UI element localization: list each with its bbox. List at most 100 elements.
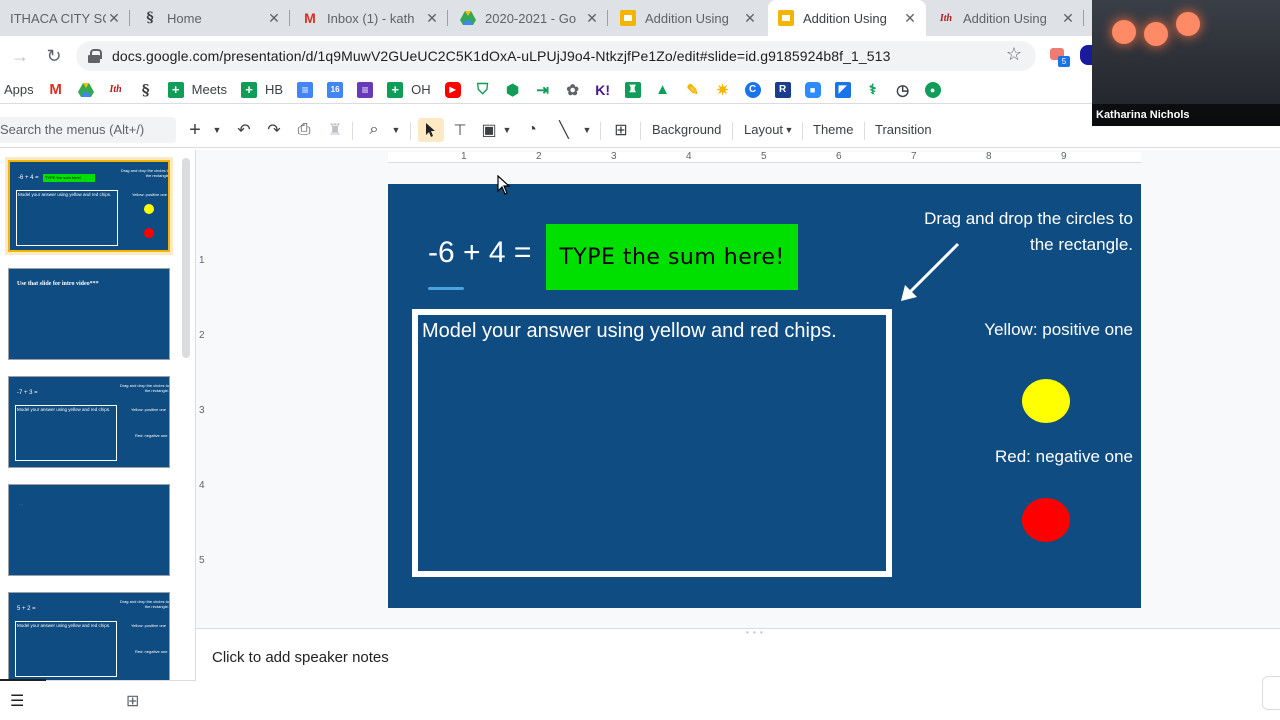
- bookmark-star-sketch[interactable]: ✷: [715, 82, 731, 99]
- layout-dropdown-icon[interactable]: ▼: [784, 118, 794, 142]
- line-dropdown-icon[interactable]: ▼: [582, 118, 592, 142]
- reload-icon[interactable]: ↻: [42, 44, 66, 68]
- zoom-icon[interactable]: ⌕: [364, 118, 384, 142]
- red-label[interactable]: Red: negative one: [995, 447, 1133, 467]
- bookmark-star-icon[interactable]: ☆: [1006, 44, 1022, 65]
- bookmark-s[interactable]: §: [138, 81, 154, 99]
- layout-button[interactable]: Layout: [744, 118, 783, 142]
- tab-close-icon[interactable]: ✕: [584, 10, 600, 27]
- bookmark-flag[interactable]: ◤: [834, 81, 851, 98]
- slide-canvas[interactable]: -6 + 4 = TYPE the sum here! Model your a…: [388, 184, 1141, 608]
- bookmark-triangle[interactable]: ▲: [655, 81, 671, 98]
- insert-comment-icon[interactable]: ⊞: [610, 118, 632, 142]
- bookmark-timer[interactable]: ◷: [895, 82, 911, 99]
- thumb-model-text: Model your answer using yellow and red c…: [17, 623, 111, 628]
- bookmark-kahoot[interactable]: K!: [595, 82, 611, 98]
- browser-tab-strip: ITHACA CITY SC ✕ § Home ✕ M Inbox (1) - …: [0, 0, 1092, 36]
- new-slide-plus-icon[interactable]: +: [186, 118, 204, 142]
- theme-button[interactable]: Theme: [813, 118, 853, 142]
- model-rectangle[interactable]: [412, 309, 892, 577]
- text-box-icon[interactable]: ⊤: [450, 118, 470, 142]
- browser-tab-ithaca-2[interactable]: Ith Addition Using ✕: [928, 0, 1084, 36]
- slides-toolbar: Search the menus (Alt+/) + ▼ ↶ ↷ ⎙ ♜ ⌕ ▼…: [0, 112, 1280, 148]
- bookmark-c[interactable]: C: [744, 81, 761, 98]
- browser-tab-ithaca[interactable]: ITHACA CITY SC ✕: [0, 0, 130, 36]
- undo-icon[interactable]: ↶: [234, 118, 254, 142]
- side-panel-toggle[interactable]: [1262, 676, 1280, 710]
- bookmark-apps[interactable]: Apps: [4, 82, 34, 97]
- bookmark-r[interactable]: R: [774, 81, 791, 98]
- list-view-icon[interactable]: ☰: [10, 691, 24, 711]
- shape-icon[interactable]: ◔: [522, 118, 542, 142]
- bookmark-pencil[interactable]: ✎: [685, 82, 701, 99]
- tab-close-icon[interactable]: ✕: [902, 10, 918, 27]
- transition-button[interactable]: Transition: [875, 118, 932, 142]
- tab-close-icon[interactable]: ✕: [742, 10, 758, 27]
- redo-icon[interactable]: ↷: [264, 118, 284, 142]
- slide-thumbnail-2[interactable]: Use that slide for intro video***: [8, 268, 170, 360]
- bookmark-zoom[interactable]: ■: [804, 81, 821, 98]
- bookmark-oh[interactable]: + OH: [387, 81, 431, 98]
- bookmark-shield[interactable]: ⛉: [475, 81, 491, 98]
- speaker-notes-placeholder[interactable]: Click to add speaker notes: [212, 649, 389, 666]
- green-plus-icon: +: [387, 81, 404, 98]
- print-icon[interactable]: ⎙: [294, 118, 314, 142]
- grid-view-icon[interactable]: ⊞: [126, 691, 139, 711]
- bookmark-calendar[interactable]: 16: [327, 81, 344, 98]
- resize-handle[interactable]: • • •: [746, 628, 764, 637]
- bookmark-drive[interactable]: [77, 82, 94, 98]
- background-button[interactable]: Background: [652, 118, 721, 142]
- equation-text[interactable]: -6 + 4 =: [428, 236, 531, 270]
- image-icon[interactable]: ▣: [479, 118, 499, 142]
- forward-arrow-icon[interactable]: →: [8, 44, 32, 68]
- slide-thumbnail-4[interactable]: ...: [8, 484, 170, 576]
- new-slide-dropdown-icon[interactable]: ▼: [210, 118, 224, 142]
- browser-tab-slides-active[interactable]: Addition Using ✕: [768, 0, 926, 36]
- bookmark-classroom[interactable]: ♜: [624, 81, 641, 98]
- model-instruction-text[interactable]: Model your answer using yellow and red c…: [422, 320, 837, 343]
- slide-thumbnail-1[interactable]: -6 + 4 = TYPE the sum here! Drag and dro…: [8, 160, 170, 252]
- answer-text-box[interactable]: TYPE the sum here!: [546, 224, 798, 290]
- bookmark-login[interactable]: ⇥: [535, 82, 551, 99]
- slide-thumbnail-3[interactable]: -7 + 3 = Drag and drop the circles to th…: [8, 376, 170, 468]
- line-icon[interactable]: ╲: [554, 118, 574, 142]
- image-dropdown-icon[interactable]: ▼: [502, 118, 512, 142]
- tab-close-icon[interactable]: ✕: [266, 10, 282, 27]
- browser-tab-slides-1[interactable]: Addition Using ✕: [610, 0, 766, 36]
- bookmark-hexagon[interactable]: ⬢: [505, 82, 521, 99]
- ruler-number: 4: [199, 480, 205, 491]
- browser-tab-drive[interactable]: 2020-2021 - Go ✕: [450, 0, 608, 36]
- arrow-shape[interactable]: [893, 239, 963, 309]
- bookmark-meets[interactable]: + Meets: [167, 81, 227, 98]
- browser-tab-home[interactable]: § Home ✕: [132, 0, 290, 36]
- slide-thumbnail-5[interactable]: 5 + 2 = Drag and drop the circles to the…: [8, 592, 170, 684]
- bookmark-gmail[interactable]: M: [48, 81, 64, 98]
- paint-format-icon[interactable]: ♜: [326, 118, 344, 142]
- bookmark-docs[interactable]: ≡: [297, 81, 314, 98]
- bookmark-gear[interactable]: ✿: [565, 82, 581, 99]
- tab-close-icon[interactable]: ✕: [1060, 10, 1076, 27]
- select-cursor-icon[interactable]: [418, 118, 444, 142]
- c-circle-icon: C: [744, 81, 761, 98]
- extension-icon[interactable]: 5: [1050, 46, 1070, 67]
- menu-search-input[interactable]: Search the menus (Alt+/): [0, 117, 176, 143]
- red-chip[interactable]: [1022, 498, 1070, 542]
- bookmark-forms[interactable]: ≡: [357, 81, 374, 98]
- filmstrip-scrollbar[interactable]: [182, 158, 190, 358]
- yellow-chip[interactable]: [1022, 379, 1070, 423]
- participant-name: Katharina Nichols: [1092, 104, 1280, 126]
- bookmark-youtube[interactable]: ▶: [444, 81, 461, 98]
- browser-tab-gmail[interactable]: M Inbox (1) - kath ✕: [292, 0, 448, 36]
- bookmark-ithaca[interactable]: Ith: [108, 82, 124, 98]
- gmail-icon: M: [304, 10, 316, 26]
- yellow-label[interactable]: Yellow: positive one: [984, 320, 1133, 340]
- zoom-dropdown-icon[interactable]: ▼: [390, 118, 402, 142]
- speaker-notes-panel[interactable]: • • • Click to add speaker notes: [196, 628, 1280, 720]
- bookmark-stethoscope[interactable]: ⚕: [865, 81, 881, 98]
- address-bar[interactable]: docs.google.com/presentation/d/1q9MuwV2G…: [76, 41, 1036, 71]
- tab-close-icon[interactable]: ✕: [424, 10, 440, 27]
- bookmark-chat[interactable]: ●: [924, 81, 941, 98]
- tab-close-icon[interactable]: ✕: [106, 10, 122, 27]
- bookmark-hb[interactable]: + HB: [241, 81, 283, 98]
- extension-badge: 5: [1058, 56, 1070, 67]
